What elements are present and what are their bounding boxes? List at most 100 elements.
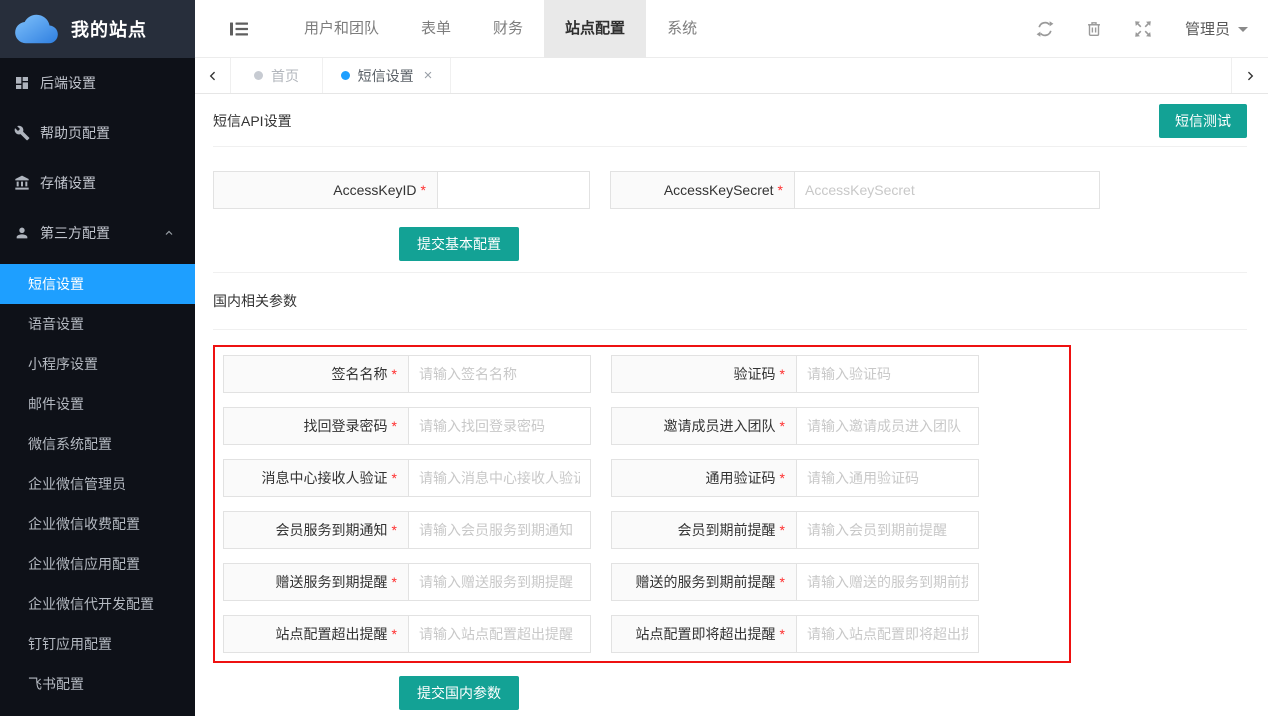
dashboard-icon — [14, 75, 30, 91]
field-group-gift-expire-pre-remind: 赠送的服务到期前提醒* — [611, 563, 979, 601]
recover-login-password-input[interactable] — [409, 407, 591, 445]
tabs-scroll-right-button[interactable] — [1231, 58, 1268, 93]
tab-home[interactable]: 首页 — [231, 58, 323, 93]
sidebar-item-backend-settings[interactable]: 后端设置 — [0, 58, 195, 108]
field-group-invite-member: 邀请成员进入团队* — [611, 407, 979, 445]
field-group-captcha: 验证码* — [611, 355, 979, 393]
field-group-access-key-secret: AccessKeySecret * — [610, 171, 1100, 209]
sidebar-item-mail-settings[interactable]: 邮件设置 — [0, 384, 195, 424]
field-label-text: 会员到期前提醒 — [678, 520, 776, 540]
site-config-near-exceed-remind-input[interactable] — [797, 615, 979, 653]
required-mark: * — [392, 574, 397, 590]
gift-service-expire-remind-input[interactable] — [409, 563, 591, 601]
submit-basic-config-button[interactable]: 提交基本配置 — [399, 227, 519, 261]
submit-domestic-params-button[interactable]: 提交国内参数 — [399, 676, 519, 710]
nav-users-teams[interactable]: 用户和团队 — [283, 0, 400, 58]
member-service-expire-notice-input[interactable] — [409, 511, 591, 549]
menu-fold-icon[interactable] — [215, 0, 263, 58]
sms-test-button[interactable]: 短信测试 — [1159, 104, 1247, 138]
bank-icon — [14, 175, 30, 191]
general-captcha-input[interactable] — [797, 459, 979, 497]
tab-label: 首页 — [271, 66, 299, 86]
field-group-site-config-exceed: 站点配置超出提醒* — [223, 615, 591, 653]
api-fields-row: AccessKeyID * AccessKeySecret * — [213, 171, 1247, 209]
sidebar-item-help-page-config[interactable]: 帮助页配置 — [0, 108, 195, 158]
nav-finance[interactable]: 财务 — [472, 0, 544, 58]
sidebar-subitem-label: 企业微信收费配置 — [28, 514, 140, 534]
sidebar-item-wecom-admin[interactable]: 企业微信管理员 — [0, 464, 195, 504]
trash-icon[interactable] — [1083, 18, 1105, 40]
field-label: 消息中心接收人验证* — [223, 459, 409, 497]
tabs-scroll-left-button[interactable] — [195, 58, 231, 93]
sidebar-subitem-label: 企业微信应用配置 — [28, 554, 140, 574]
required-mark: * — [780, 470, 785, 486]
member-expire-pre-remind-input[interactable] — [797, 511, 979, 549]
field-label: 邀请成员进入团队* — [611, 407, 797, 445]
sidebar: 我的站点 后端设置 帮助页配置 存储设置 第三方配置 短信设置 语音设置 小程序… — [0, 0, 195, 716]
refresh-icon[interactable] — [1034, 18, 1056, 40]
sidebar-item-third-party-config[interactable]: 第三方配置 — [0, 208, 195, 258]
sidebar-item-dingtalk-app-config[interactable]: 钉钉应用配置 — [0, 624, 195, 664]
sidebar-item-feishu-config[interactable]: 飞书配置 — [0, 664, 195, 704]
field-label: AccessKeyID * — [213, 171, 438, 209]
captcha-input[interactable] — [797, 355, 979, 393]
field-label-text: 验证码 — [734, 364, 776, 384]
site-config-exceed-remind-input[interactable] — [409, 615, 591, 653]
access-key-secret-input[interactable] — [795, 171, 1100, 209]
required-mark: * — [778, 182, 783, 198]
field-group-member-expire-notice: 会员服务到期通知* — [223, 511, 591, 549]
fullscreen-icon[interactable] — [1132, 18, 1154, 40]
field-label: 站点配置即将超出提醒* — [611, 615, 797, 653]
sidebar-item-label: 帮助页配置 — [40, 123, 110, 143]
required-mark: * — [392, 470, 397, 486]
access-key-id-input[interactable] — [438, 171, 590, 209]
field-label: 验证码* — [611, 355, 797, 393]
tab-close-icon[interactable]: × — [424, 67, 433, 84]
field-group-general-captcha: 通用验证码* — [611, 459, 979, 497]
caret-down-icon — [1238, 27, 1248, 37]
field-label: 通用验证码* — [611, 459, 797, 497]
sidebar-item-wechat-system-config[interactable]: 微信系统配置 — [0, 424, 195, 464]
main-content: 短信API设置 短信测试 AccessKeyID * AccessKeySecr… — [195, 95, 1268, 716]
message-center-receiver-verify-input[interactable] — [409, 459, 591, 497]
field-group-member-expire-pre-remind: 会员到期前提醒* — [611, 511, 979, 549]
field-label: 会员到期前提醒* — [611, 511, 797, 549]
sidebar-item-miniprogram-settings[interactable]: 小程序设置 — [0, 344, 195, 384]
field-label-text: 站点配置超出提醒 — [276, 624, 388, 644]
sidebar-item-wecom-dev-config[interactable]: 企业微信代开发配置 — [0, 584, 195, 624]
sidebar-subitem-label: 企业微信管理员 — [28, 474, 126, 494]
api-section-title: 短信API设置 — [213, 111, 292, 131]
sidebar-item-storage-settings[interactable]: 存储设置 — [0, 158, 195, 208]
invite-member-input[interactable] — [797, 407, 979, 445]
gift-service-expire-pre-remind-input[interactable] — [797, 563, 979, 601]
field-label-text: 邀请成员进入团队 — [664, 416, 776, 436]
field-label-text: 站点配置即将超出提醒 — [636, 624, 776, 644]
field-label-text: AccessKeyID — [333, 182, 416, 198]
cloud-logo-icon — [13, 13, 60, 45]
user-menu[interactable]: 管理员 — [1185, 18, 1248, 39]
wrench-icon — [14, 125, 30, 141]
tab-dot-icon — [341, 71, 350, 80]
tab-sms-settings[interactable]: 短信设置 × — [323, 58, 451, 93]
field-label-text: 赠送的服务到期前提醒 — [636, 572, 776, 592]
top-navbar: 用户和团队 表单 财务 站点配置 系统 管理员 — [195, 0, 1268, 58]
user-icon — [14, 225, 30, 241]
api-section-header: 短信API设置 短信测试 — [213, 95, 1247, 147]
chevron-up-icon — [163, 227, 175, 239]
sign-name-input[interactable] — [409, 355, 591, 393]
field-group-message-center-verify: 消息中心接收人验证* — [223, 459, 591, 497]
sidebar-item-wecom-app-config[interactable]: 企业微信应用配置 — [0, 544, 195, 584]
sidebar-item-sms-settings[interactable]: 短信设置 — [0, 264, 195, 304]
nav-forms[interactable]: 表单 — [400, 0, 472, 58]
sidebar-submenu: 短信设置 语音设置 小程序设置 邮件设置 微信系统配置 企业微信管理员 企业微信… — [0, 258, 195, 704]
sidebar-subitem-label: 飞书配置 — [28, 674, 84, 694]
sidebar-item-voice-settings[interactable]: 语音设置 — [0, 304, 195, 344]
nav-system[interactable]: 系统 — [646, 0, 718, 58]
sidebar-item-wecom-billing-config[interactable]: 企业微信收费配置 — [0, 504, 195, 544]
required-mark: * — [780, 574, 785, 590]
required-mark: * — [780, 418, 785, 434]
required-mark: * — [421, 182, 426, 198]
sidebar-item-label: 存储设置 — [40, 173, 96, 193]
topnav-actions: 管理员 — [1034, 18, 1248, 40]
nav-site-config[interactable]: 站点配置 — [544, 0, 646, 58]
